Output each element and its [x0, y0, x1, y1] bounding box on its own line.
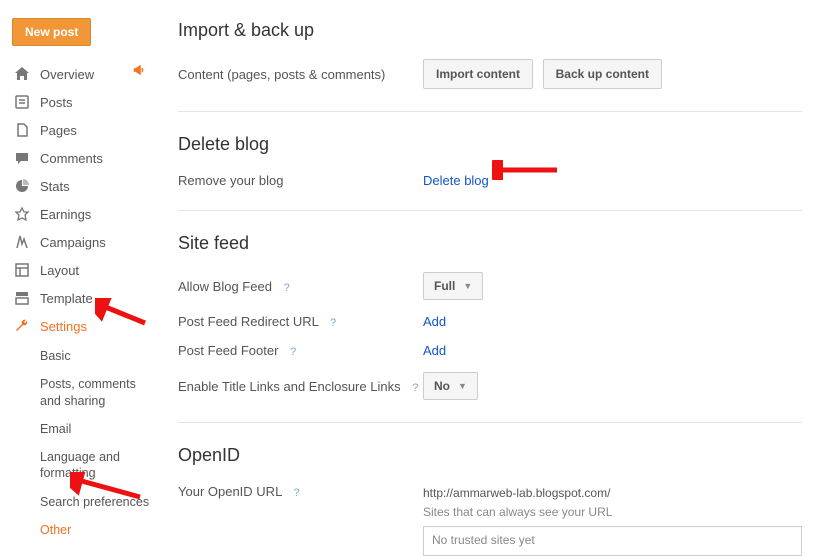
section-delete-blog: Delete blog Remove your blog Delete blog [178, 134, 802, 211]
help-icon[interactable]: ? [293, 487, 299, 499]
delete-blog-link[interactable]: Delete blog [423, 173, 489, 188]
chevron-down-icon: ▼ [463, 281, 472, 291]
openid-url-value: http://ammarweb-lab.blogspot.com/ [423, 484, 802, 503]
sub-item-email[interactable]: Email [40, 415, 160, 443]
backup-content-button[interactable]: Back up content [543, 59, 662, 89]
trusted-sites-box: No trusted sites yet [423, 526, 802, 555]
new-post-button[interactable]: New post [12, 18, 91, 46]
section-heading: OpenID [178, 445, 802, 466]
sidebar-item-label: Comments [40, 151, 103, 166]
sidebar-item-campaigns[interactable]: Campaigns [12, 228, 160, 256]
enable-title-links-dropdown[interactable]: No ▼ [423, 372, 478, 400]
enable-title-links-label: Enable Title Links and Enclosure Links [178, 379, 401, 394]
sidebar-item-label: Earnings [40, 207, 91, 222]
sidebar-item-label: Campaigns [40, 235, 106, 250]
sub-item-basic[interactable]: Basic [40, 342, 160, 370]
help-icon[interactable]: ? [290, 346, 296, 358]
redirect-add-link[interactable]: Add [423, 314, 446, 329]
sidebar-item-template[interactable]: Template [12, 284, 160, 312]
help-icon[interactable]: ? [412, 382, 418, 394]
stats-icon [12, 178, 32, 194]
help-icon[interactable]: ? [330, 317, 336, 329]
earnings-icon [12, 206, 32, 222]
allow-feed-label: Allow Blog Feed [178, 279, 272, 294]
sidebar-item-posts[interactable]: Posts [12, 88, 160, 116]
wrench-icon [12, 318, 32, 334]
layout-icon [12, 262, 32, 278]
sub-item-other[interactable]: Other [40, 516, 160, 544]
sub-item-language[interactable]: Language and formatting [40, 443, 160, 488]
sidebar-item-label: Settings [40, 319, 87, 334]
allow-feed-dropdown[interactable]: Full ▼ [423, 272, 483, 300]
settings-submenu: Basic Posts, comments and sharing Email … [12, 342, 160, 544]
footer-label: Post Feed Footer [178, 343, 278, 358]
sidebar-item-label: Posts [40, 95, 73, 110]
sidebar-item-settings[interactable]: Settings [12, 312, 160, 340]
home-icon [12, 66, 32, 82]
main-panel: Import & back up Content (pages, posts &… [170, 0, 822, 556]
section-heading: Delete blog [178, 134, 802, 155]
comments-icon [12, 150, 32, 166]
sidebar-item-layout[interactable]: Layout [12, 256, 160, 284]
sidebar-item-label: Overview [40, 67, 94, 82]
section-heading: Import & back up [178, 20, 802, 41]
sidebar-item-pages[interactable]: Pages [12, 116, 160, 144]
pages-icon [12, 122, 32, 138]
template-icon [12, 290, 32, 306]
dropdown-value: No [434, 379, 450, 393]
delete-row-label: Remove your blog [178, 173, 423, 188]
help-icon[interactable]: ? [284, 282, 290, 294]
redirect-url-label: Post Feed Redirect URL [178, 314, 318, 329]
sidebar-item-label: Stats [40, 179, 70, 194]
sidebar-item-label: Template [40, 291, 93, 306]
sidebar-item-stats[interactable]: Stats [12, 172, 160, 200]
openid-sites-label: Sites that can always see your URL [423, 503, 802, 522]
chevron-down-icon: ▼ [458, 381, 467, 391]
import-content-button[interactable]: Import content [423, 59, 533, 89]
sidebar-item-comments[interactable]: Comments [12, 144, 160, 172]
sidebar: New post Overview Posts Pages Comments S… [0, 0, 160, 544]
import-row-label: Content (pages, posts & comments) [178, 67, 423, 82]
posts-icon [12, 94, 32, 110]
footer-add-link[interactable]: Add [423, 343, 446, 358]
openid-url-label: Your OpenID URL [178, 484, 282, 499]
sidebar-item-label: Layout [40, 263, 79, 278]
sub-item-posts-comments[interactable]: Posts, comments and sharing [40, 370, 160, 415]
sidebar-item-overview[interactable]: Overview [12, 60, 160, 88]
section-heading: Site feed [178, 233, 802, 254]
campaigns-icon [12, 234, 32, 250]
sidebar-item-earnings[interactable]: Earnings [12, 200, 160, 228]
section-site-feed: Site feed Allow Blog Feed ? Full ▼ Post … [178, 233, 802, 423]
section-import-backup: Import & back up Content (pages, posts &… [178, 20, 802, 112]
dropdown-value: Full [434, 279, 455, 293]
sidebar-item-label: Pages [40, 123, 77, 138]
section-openid: OpenID Your OpenID URL ? http://ammarweb… [178, 445, 802, 556]
